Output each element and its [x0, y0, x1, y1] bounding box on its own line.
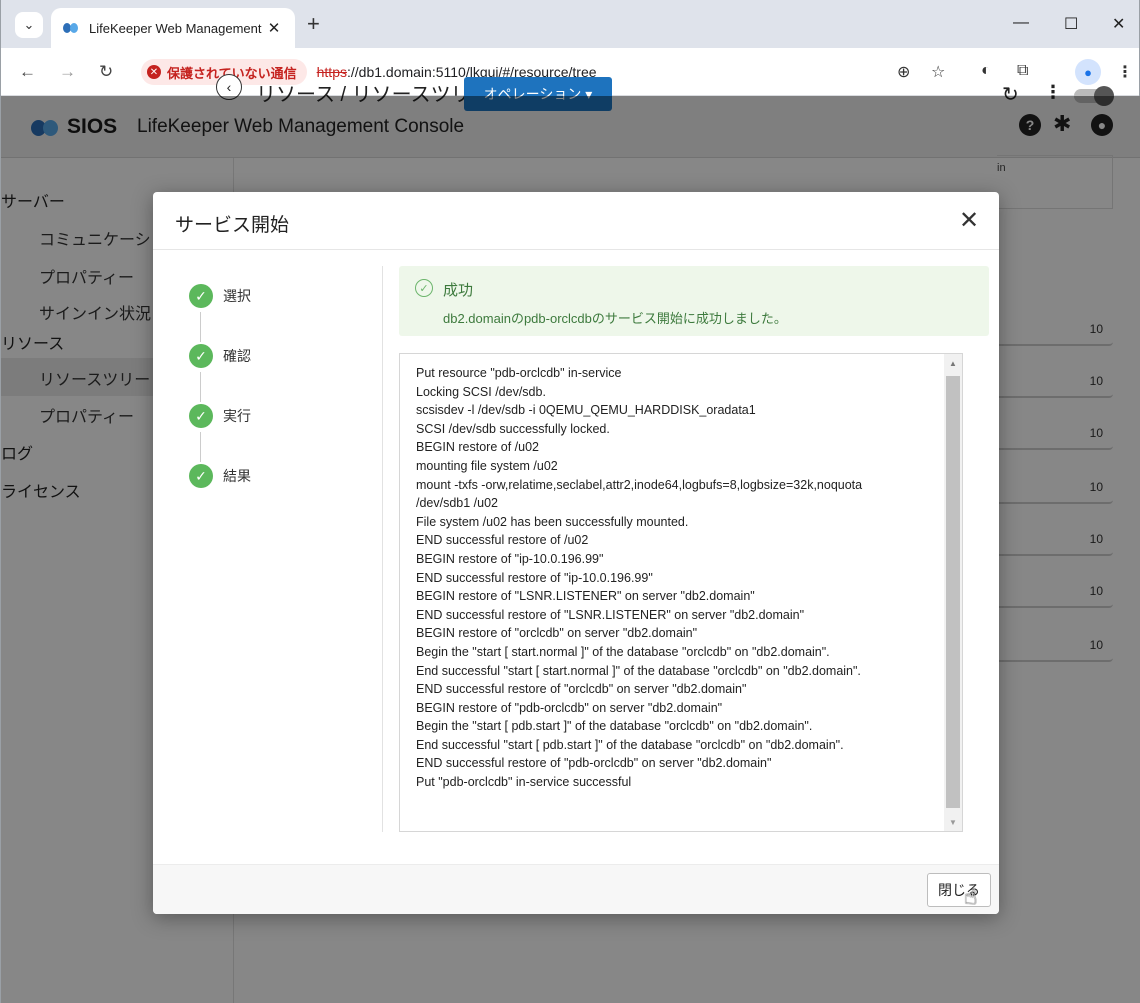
bookmark-star-icon[interactable]: ☆ [931, 62, 945, 82]
log-line: BEGIN restore of "LSNR.LISTENER" on serv… [416, 589, 755, 604]
step-connector [200, 372, 201, 402]
alert-title: 成功 [443, 282, 474, 299]
tab-search-chevron-icon[interactable]: ⌄ [15, 12, 43, 38]
extensions-puzzle-icon[interactable]: ⧉ [1017, 62, 1028, 80]
log-line: Locking SCSI /dev/sdb. [416, 384, 546, 399]
log-line: BEGIN restore of "orclcdb" on server "db… [416, 626, 698, 641]
new-tab-button[interactable]: + [307, 13, 320, 35]
hand-cursor-icon: ☝ [964, 884, 978, 909]
success-alert: ✓ 成功 db2.domainのpdb-orclcdbのサービス開始に成功しまし… [399, 266, 989, 336]
alert-message: db2.domainのpdb-orclcdbのサービス開始に成功しました。 [443, 311, 787, 326]
log-line: SCSI /dev/sdb successfully locked. [416, 421, 610, 436]
warning-icon: ✕ [147, 65, 161, 79]
scroll-thumb[interactable] [946, 376, 960, 808]
check-icon: ✓ [189, 464, 213, 488]
check-icon: ✓ [189, 284, 213, 308]
log-line: END successful restore of /u02 [416, 533, 589, 548]
dialog-footer: 閉じる [153, 864, 999, 914]
log-line: /dev/sdb1 /u02 [416, 496, 499, 511]
log-line: BEGIN restore of /u02 [416, 440, 539, 455]
log-line: Put resource "pdb-orclcdb" in-service [416, 366, 622, 380]
log-line: Put "pdb-orclcdb" in-service successful [416, 775, 632, 790]
step-label: 選択 [223, 288, 251, 304]
check-icon: ✓ [189, 344, 213, 368]
service-start-dialog: サービス開始 ✕ ✓ 選択 ✓ 確認 ✓ 実行 ✓ 結果 ✓ 成功 db2.do… [153, 192, 999, 914]
log-output[interactable]: Put resource "pdb-orclcdb" in-service Loc… [399, 353, 963, 832]
log-line: END successful restore of "LSNR.LISTENER… [416, 607, 805, 622]
log-line: Begin the "start [ pdb.start ]" of the d… [416, 719, 813, 734]
log-line: scsisdev -l /dev/sdb -i 0QEMU_QEMU_HARDD… [416, 403, 756, 418]
step-label: 実行 [223, 408, 251, 424]
tab-title: LifeKeeper Web Management C [89, 20, 265, 36]
window-close-button[interactable]: ✕ [1112, 14, 1125, 34]
step-result: ✓ 結果 [189, 464, 251, 488]
log-line: mount -txfs -orw,relatime,seclabel,attr2… [416, 477, 863, 492]
window-minimize-button[interactable]: — [1013, 14, 1029, 32]
step-label: 結果 [223, 468, 251, 484]
forward-arrow-icon[interactable]: → [59, 62, 76, 82]
check-circle-icon: ✓ [415, 279, 433, 297]
log-text: Put resource "pdb-orclcdb" in-service Loc… [400, 354, 944, 831]
step-confirm: ✓ 確認 [189, 344, 251, 368]
dialog-title: サービス開始 [175, 215, 290, 236]
scroll-down-arrow-icon[interactable]: ▼ [944, 813, 962, 831]
check-icon: ✓ [189, 404, 213, 428]
lifekeeper-favicon-icon [63, 22, 81, 34]
log-line: File system /u02 has been successfully m… [416, 514, 689, 529]
back-arrow-icon[interactable]: ← [19, 62, 36, 82]
step-select: ✓ 選択 [189, 284, 251, 308]
profile-avatar-icon[interactable]: ● [1075, 59, 1101, 85]
dialog-header: サービス開始 ✕ [153, 192, 999, 250]
step-label: 確認 [223, 348, 251, 364]
log-line: End successful "start [ start.normal ]" … [416, 663, 861, 678]
log-line: Begin the "start [ start.normal ]" of th… [416, 644, 830, 659]
log-line: End successful "start [ pdb.start ]" of … [416, 737, 844, 752]
tab-close-icon[interactable]: ✕ [265, 19, 283, 37]
divider [382, 266, 383, 832]
zoom-icon[interactable]: ⊕ [897, 62, 910, 82]
log-line: END successful restore of "orclcdb" on s… [416, 682, 747, 697]
tab-strip: ⌄ LifeKeeper Web Management C ✕ + — ☐ ✕ [1, 0, 1139, 48]
log-line: BEGIN restore of "pdb-orclcdb" on server… [416, 700, 723, 715]
browser-window: ⌄ LifeKeeper Web Management C ✕ + — ☐ ✕ … [0, 0, 1140, 1003]
scroll-up-arrow-icon[interactable]: ▲ [944, 354, 962, 372]
close-button[interactable]: 閉じる [927, 873, 991, 907]
window-maximize-button[interactable]: ☐ [1064, 14, 1078, 34]
extension-icon[interactable]: ◐ [981, 62, 991, 80]
log-line: mounting file system /u02 [416, 458, 558, 473]
log-scrollbar[interactable]: ▲ ▼ [944, 354, 962, 831]
close-icon[interactable]: ✕ [959, 206, 979, 235]
step-execute: ✓ 実行 [189, 404, 251, 428]
step-connector [200, 432, 201, 462]
browser-menu-icon[interactable]: ⋮ [1117, 62, 1133, 82]
log-line: END successful restore of "pdb-orclcdb" … [416, 756, 772, 771]
log-line: END successful restore of "ip-10.0.196.9… [416, 570, 653, 585]
browser-tab[interactable]: LifeKeeper Web Management C ✕ [51, 8, 295, 48]
step-connector [200, 312, 201, 342]
log-line: BEGIN restore of "ip-10.0.196.99" [416, 551, 604, 566]
reload-icon[interactable]: ↻ [99, 62, 113, 82]
